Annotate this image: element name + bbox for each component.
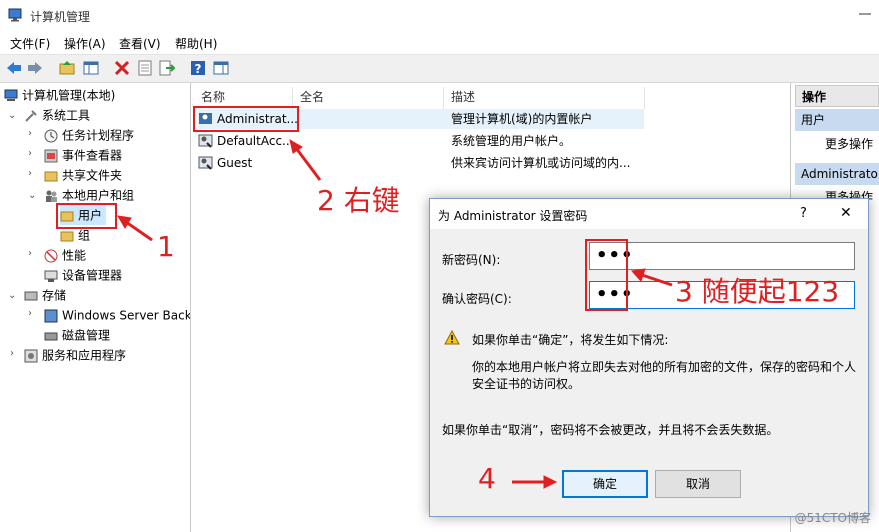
- annotation-step-3: 3 随便起123: [675, 275, 840, 308]
- annotation-step-4: 4: [478, 462, 496, 495]
- annotation-step-1: 1: [157, 230, 175, 263]
- watermark: @51CTO博客: [794, 511, 871, 525]
- annotation-step-2: 2 右键: [317, 184, 400, 217]
- annotation-arrows: [117, 138, 673, 489]
